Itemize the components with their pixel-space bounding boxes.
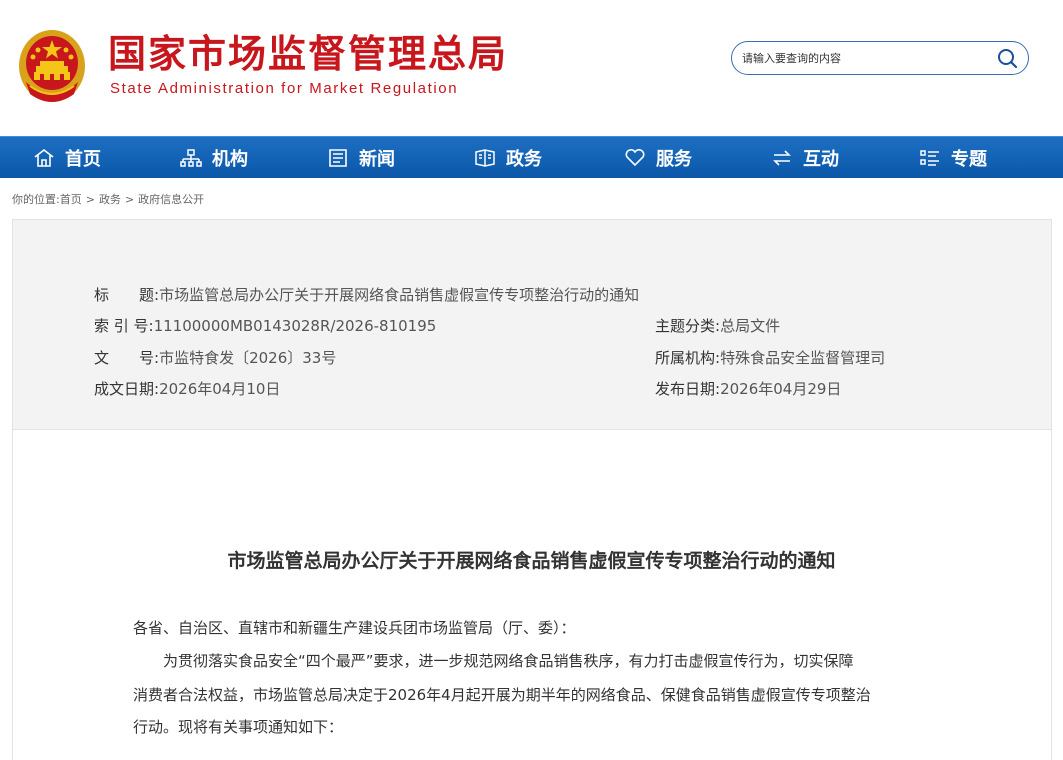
meta-published-row: 发布日期:2026年04月29日 [655,378,841,399]
nav-item-service[interactable]: 服务 [624,137,692,179]
breadcrumb-home[interactable]: 首页 [60,193,82,206]
search-box [731,41,1029,75]
gov-icon [475,149,495,167]
site-title-cn[interactable]: 国家市场监督管理总局 [108,30,508,78]
list-icon [920,150,939,166]
nav-item-org[interactable]: 机构 [180,137,248,179]
meta-index-row: 索 引 号:11100000MB0143028R/2026-810195 [94,315,436,336]
meta-published-label: 发布日期: [655,380,721,398]
nav-item-gov[interactable]: 政务 [474,137,542,179]
nav-label: 服务 [656,149,692,170]
document-title: 市场监管总局办公厅关于开展网络食品销售虚假宣传专项整治行动的通知 [227,550,836,572]
breadcrumb-gov[interactable]: 政务 [99,193,121,206]
nav-label: 政务 [506,149,542,170]
meta-title-label: 标 题: [94,286,160,304]
meta-index-label: 索 引 号: [94,317,154,335]
news-icon [329,149,347,167]
nav-item-news[interactable]: 新闻 [327,137,395,179]
nav-label: 首页 [65,149,101,170]
home-icon [34,148,54,167]
meta-title-row: 标 题:市场监管总局办公厅关于开展网络食品销售虚假宣传专项整治行动的通知 [94,284,639,305]
nav-item-interact[interactable]: 互动 [771,137,839,179]
search-input[interactable] [742,48,982,68]
nav-label: 互动 [803,149,839,170]
search-icon[interactable] [996,48,1018,68]
breadcrumb-separator: > [124,193,135,206]
document-content-panel [12,430,1052,760]
main-nav: 首页 机构 新闻 政务 服务 互动 专题 [0,136,1063,178]
meta-created-row: 成文日期:2026年04月10日 [94,378,280,399]
meta-category-value: 总局文件 [720,317,781,335]
meta-index-value: 11100000MB0143028R/2026-810195 [153,317,437,335]
meta-published-value: 2026年04月29日 [720,380,842,398]
breadcrumb: 你的位置:首页 > 政务 > 政府信息公开 [12,191,204,207]
meta-created-label: 成文日期: [94,380,160,398]
document-salutation: 各省、自治区、直辖市和新疆生产建设兵团市场监管局（厅、委）： [133,619,576,637]
document-paragraph-line: 为贯彻落实食品安全“四个最严”要求，进一步规范网络食品销售秩序，有力打击虚假宣传… [163,652,854,670]
breadcrumb-public-info[interactable]: 政府信息公开 [138,193,204,206]
nav-label: 专题 [951,149,987,170]
document-paragraph-line: 消费者合法权益，市场监管总局决定于2026年4月起开展为期半年的网络食品、保健食… [133,686,871,704]
heart-icon [625,148,645,167]
meta-created-value: 2026年04月10日 [159,380,281,398]
site-title-en: State Administration for Market Regulati… [110,80,459,97]
national-emblem-icon[interactable] [16,26,88,106]
breadcrumb-prefix: 你的位置: [12,193,60,206]
swap-icon [773,150,791,166]
meta-category-row: 主题分类:总局文件 [655,315,780,336]
meta-org-row: 所属机构:特殊食品安全监督管理司 [655,347,885,368]
document-paragraph-line: 行动。现将有关事项通知如下： [133,718,344,736]
meta-docno-row: 文 号:市监特食发〔2026〕33号 [94,347,336,368]
site-header: 国家市场监督管理总局 State Administration for Mark… [0,0,1063,136]
nav-label: 新闻 [359,149,395,170]
meta-org-value: 特殊食品安全监督管理司 [720,349,886,367]
meta-docno-label: 文 号: [94,349,160,367]
meta-org-label: 所属机构: [655,349,721,367]
nav-label: 机构 [212,149,248,170]
meta-category-label: 主题分类: [655,317,721,335]
meta-title-value: 市场监管总局办公厅关于开展网络食品销售虚假宣传专项整治行动的通知 [159,286,640,304]
meta-docno-value: 市监特食发〔2026〕33号 [159,349,337,367]
nav-item-home[interactable]: 首页 [33,137,101,179]
nav-item-topics[interactable]: 专题 [919,137,987,179]
org-icon [180,149,202,167]
breadcrumb-separator: > [85,193,95,206]
